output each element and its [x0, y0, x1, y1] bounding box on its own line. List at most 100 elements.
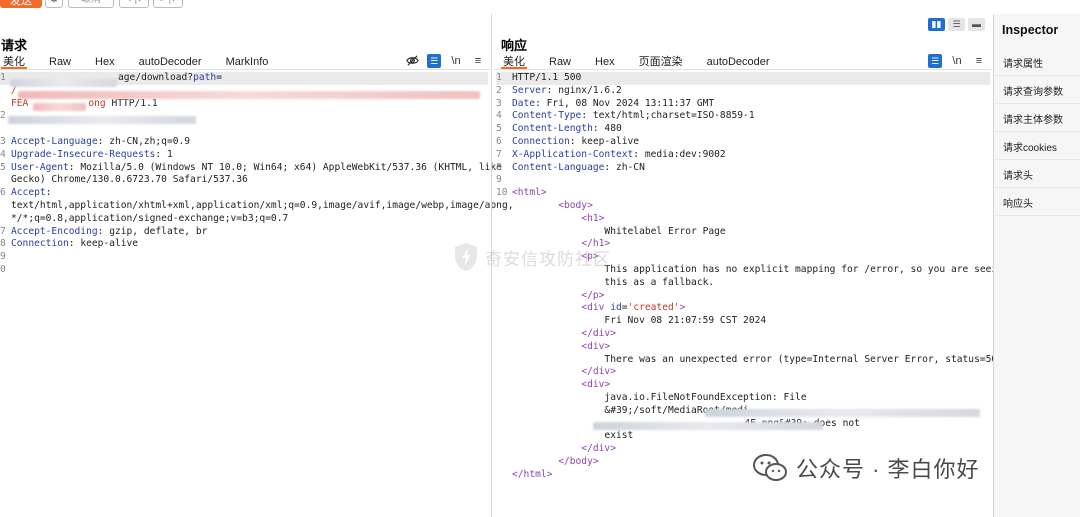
watermark-text: 奇安信攻防社区 — [485, 249, 611, 269]
request-code-line: */*;q=0.8,application/signed-exchange;v=… — [0, 213, 488, 226]
split-icon[interactable]: ▮▮ — [928, 18, 945, 31]
code-token: <div> — [512, 340, 611, 352]
inspector-item[interactable]: 请求属性 — [1003, 55, 1043, 70]
line-number: 8 — [496, 161, 502, 173]
code-token: Connection — [512, 135, 570, 147]
line-number: 7 — [496, 148, 502, 160]
code-token: </body> — [512, 455, 599, 467]
response-tab-1[interactable]: Raw — [547, 55, 573, 69]
code-token: ong — [88, 97, 112, 109]
response-code-line: java.io.FileNotFoundException: File — [496, 392, 990, 405]
code-token: : nginx/1.6.2 — [546, 84, 622, 96]
menu-icon[interactable]: ≡ — [471, 54, 485, 68]
code-token: <body> — [512, 199, 593, 211]
forward-button[interactable]: > |▾ — [153, 0, 183, 8]
response-tab-3[interactable]: 页面渲染 — [637, 55, 685, 69]
code-token: : media:dev:9002 — [633, 148, 726, 160]
eye-off-icon[interactable] — [405, 54, 419, 68]
inspector-item[interactable]: 请求主体参数 — [1003, 111, 1063, 126]
code-token: HTTP/1.1 — [111, 97, 158, 109]
gear-icon[interactable]: ⚙ — [45, 0, 63, 8]
center-watermark: 奇安信攻防社区 — [453, 242, 611, 272]
code-token: <html> — [512, 187, 547, 199]
code-token: : 480 — [592, 123, 622, 135]
response-code-line: <div> — [496, 341, 990, 354]
request-tab-0[interactable]: 美化 — [1, 55, 27, 69]
code-token: Accept-Encoding — [11, 225, 98, 237]
code-token: : gzip, deflate, br — [97, 225, 208, 237]
code-token: FEA — [11, 97, 29, 109]
response-tab-4[interactable]: autoDecoder — [705, 55, 772, 69]
request-tool-icons: ☰ \n ≡ — [405, 54, 485, 68]
request-code-line: Gecko) Chrome/130.0.6723.70 Safari/537.3… — [0, 174, 488, 187]
line-number: 10 — [496, 187, 508, 199]
code-token: Content-Type — [512, 110, 582, 122]
response-code-line: </div> — [496, 328, 990, 341]
code-token: Gecko) Chrome/130.0.6723.70 Safari/537.3… — [11, 174, 248, 186]
response-tab-0[interactable]: 美化 — [501, 55, 527, 69]
response-panel-title: 响应 — [501, 38, 528, 53]
single-icon[interactable]: ▬ — [968, 18, 985, 31]
inspector-separator — [994, 159, 1080, 160]
request-code-line: 8 Connection: keep-alive — [0, 238, 488, 251]
request-tab-3[interactable]: autoDecoder — [137, 55, 204, 69]
request-panel-title: 请求 — [1, 38, 28, 53]
code-token: id — [610, 302, 622, 314]
request-code-line: 9 — [0, 251, 488, 264]
code-token: : — [45, 187, 52, 199]
inspector-separator — [994, 215, 1080, 216]
newline-toggle[interactable]: \n — [950, 54, 964, 68]
inspector-item[interactable]: 请求头 — [1003, 167, 1033, 182]
code-token: </div> — [512, 443, 616, 455]
response-tool-icons: ☰ \n ≡ — [928, 54, 986, 68]
line-number: 6 — [0, 187, 6, 199]
code-token: Date — [512, 97, 536, 109]
redaction-blur — [705, 404, 980, 417]
code-token: User-Agent — [11, 161, 69, 173]
shield-icon — [455, 243, 477, 271]
inspector-item[interactable]: 响应头 — [1003, 195, 1033, 210]
wrap-icon[interactable]: ☰ — [928, 54, 942, 68]
code-token: age/download? — [118, 72, 194, 83]
line-number: 7 — [0, 225, 6, 237]
code-token: = — [216, 72, 222, 83]
send-button[interactable]: 发送 — [0, 0, 42, 8]
newline-toggle[interactable]: \n — [449, 54, 463, 68]
line-number: 0 — [0, 263, 6, 275]
request-tab-2[interactable]: Hex — [93, 55, 117, 69]
inspector-item[interactable]: 请求查询参数 — [1003, 83, 1063, 98]
line-number: 5 — [496, 123, 502, 135]
line-number: 9 — [0, 251, 6, 263]
code-token: HTTP/1.1 500 — [512, 72, 582, 83]
redaction-blur — [18, 86, 480, 99]
request-tab-divider — [0, 69, 490, 70]
response-tab-2[interactable]: Hex — [593, 55, 617, 69]
inspector-item[interactable]: 请求cookies — [1003, 139, 1057, 154]
request-tab-1[interactable]: Raw — [47, 55, 73, 69]
back-button[interactable]: < |▾ — [119, 0, 149, 8]
response-code-line: There was an unexpected error (type=Inte… — [496, 354, 1014, 367]
menu-icon[interactable]: ≡ — [972, 54, 986, 68]
code-token: </div> — [512, 366, 616, 378]
request-code-line: 3 Accept-Language: zh-CN,zh;q=0.9 — [0, 136, 488, 149]
response-code-line: <h1> — [496, 213, 990, 226]
response-code-line: <body> — [496, 200, 990, 213]
redaction-blur — [593, 417, 823, 430]
rows-icon[interactable]: ☰ — [948, 18, 965, 31]
response-code-line: 10 <html> — [496, 187, 990, 200]
response-code-line: 3 Date: Fri, 08 Nov 2024 13:11:37 GMT — [496, 98, 990, 111]
cancel-button[interactable]: 取消 — [68, 0, 114, 8]
request-code-line: 7 Accept-Encoding: gzip, deflate, br — [0, 226, 488, 239]
redaction-blur — [8, 111, 196, 124]
request-code-line: 0 — [0, 264, 488, 277]
code-token: There was an unexpected error (type=Inte… — [512, 353, 1015, 365]
code-token: <div — [512, 302, 611, 314]
wrap-icon[interactable]: ☰ — [427, 54, 441, 68]
response-tab-divider — [493, 69, 991, 70]
code-token: </div> — [512, 327, 616, 339]
burp-repeater-window: 发送 ⚙ 取消 < |▾ > |▾ 请求 美化 Raw Hex autoDecoder… — [0, 0, 1080, 517]
request-tab-4[interactable]: MarkInfo — [224, 55, 271, 69]
line-number: 6 — [496, 135, 502, 147]
code-token: : zh-CN — [604, 161, 645, 173]
